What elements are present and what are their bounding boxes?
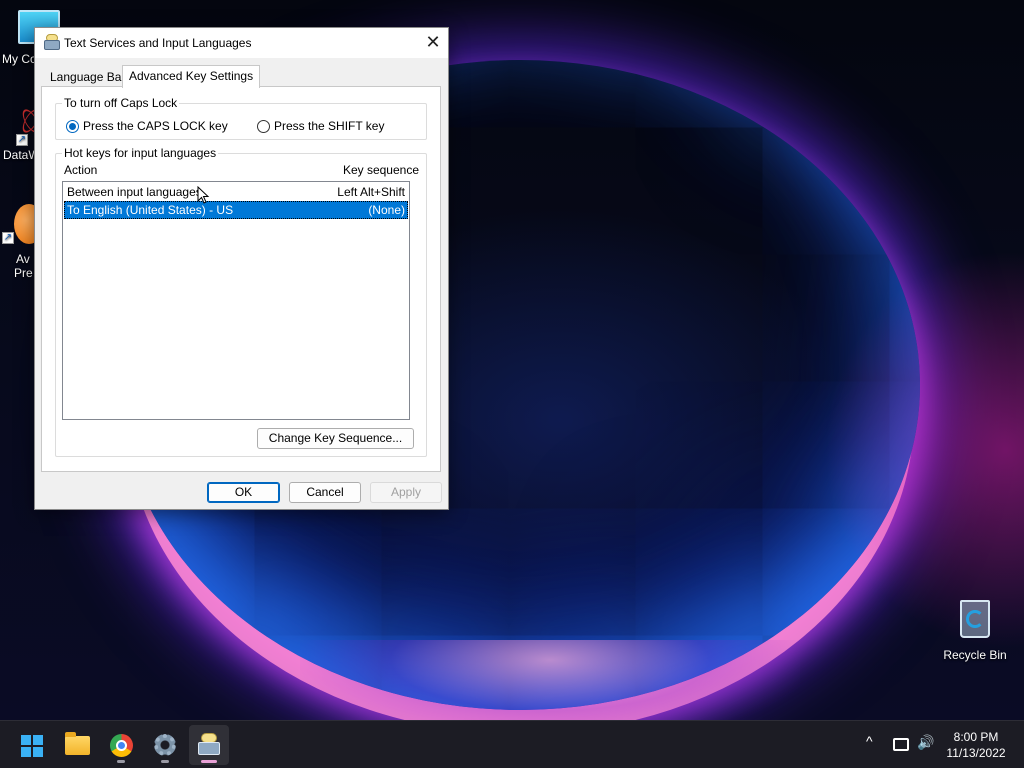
hot-keys-group: Hot keys for input languages Action Key … (55, 146, 427, 457)
start-button[interactable] (12, 725, 52, 765)
tab-language-bar[interactable]: Language Bar (43, 67, 133, 87)
radio-dot-icon (66, 119, 79, 133)
close-icon: ✕ (425, 32, 441, 52)
taskbar-text-services[interactable] (189, 725, 229, 765)
desktop-icon-label-line2: Pre (14, 266, 33, 280)
list-item-key-sequence: Left Alt+Shift (337, 185, 405, 199)
taskbar-clock[interactable]: 8:00 PM 11/13/2022 (940, 729, 1012, 761)
keyboard-icon (198, 742, 220, 755)
running-indicator (117, 760, 125, 763)
taskbar-settings[interactable] (145, 725, 185, 765)
desktop-icon-label-line1: Av (16, 252, 30, 266)
ok-button[interactable]: OK (207, 482, 280, 503)
tab-strip: Language Bar Advanced Key Settings (41, 65, 441, 88)
shortcut-arrow-icon: ↗ (2, 232, 14, 244)
taskbar-chrome[interactable] (101, 725, 141, 765)
chevron-up-icon[interactable]: ^ (866, 733, 873, 749)
dialog-title: Text Services and Input Languages (64, 36, 252, 50)
radio-shift[interactable]: Press the SHIFT key (257, 119, 384, 133)
list-item-key-sequence: (None) (368, 203, 405, 217)
chrome-icon (110, 734, 133, 757)
radio-shift-label: Press the SHIFT key (274, 119, 385, 133)
caps-lock-group: To turn off Caps Lock Press the CAPS LOC… (55, 96, 427, 140)
caps-lock-group-legend: To turn off Caps Lock (62, 96, 180, 110)
change-key-sequence-button[interactable]: Change Key Sequence... (257, 428, 414, 449)
clock-date: 11/13/2022 (946, 746, 1006, 760)
dialog-titlebar[interactable]: Text Services and Input Languages ✕ (35, 28, 448, 58)
windows-logo-icon (21, 735, 43, 757)
recycle-bin-icon (958, 596, 992, 638)
shortcut-arrow-icon: ↗ (16, 134, 28, 146)
wallpaper-glow (824, 250, 1024, 650)
list-item[interactable]: Between input languages Left Alt+Shift (64, 183, 408, 201)
radio-caps-lock-label: Press the CAPS LOCK key (83, 119, 228, 133)
hotkey-list[interactable]: Between input languages Left Alt+Shift T… (62, 181, 410, 420)
text-input-icon (44, 34, 60, 50)
taskbar: ^ 🔊 8:00 PM 11/13/2022 (0, 720, 1024, 768)
radio-dot-icon (257, 119, 270, 133)
wallpaper-glow-bottom (300, 640, 800, 720)
text-services-dialog: Text Services and Input Languages ✕ Lang… (34, 27, 449, 510)
cancel-button[interactable]: Cancel (289, 482, 361, 503)
gear-icon (154, 734, 176, 756)
volume-icon[interactable]: 🔊 (917, 734, 934, 751)
hot-keys-group-legend: Hot keys for input languages (62, 146, 219, 160)
running-indicator (161, 760, 169, 763)
network-icon[interactable] (893, 738, 909, 751)
clock-time: 8:00 PM (953, 730, 999, 744)
radio-caps-lock[interactable]: Press the CAPS LOCK key (66, 119, 228, 133)
desktop-icon-recycle-bin[interactable]: Recycle Bin (940, 596, 1010, 662)
list-item-action: Between input languages (67, 185, 202, 199)
tab-advanced-key-settings[interactable]: Advanced Key Settings (122, 65, 261, 88)
list-item-selected[interactable]: To English (United States) - US (None) (64, 201, 408, 219)
column-header-action: Action (64, 163, 98, 177)
column-header-key-sequence: Key sequence (342, 163, 419, 177)
desktop-icon-label: Recycle Bin (943, 648, 1007, 662)
tab-panel: To turn off Caps Lock Press the CAPS LOC… (41, 86, 441, 472)
apply-button[interactable]: Apply (370, 482, 442, 503)
close-button[interactable]: ✕ (418, 28, 448, 56)
taskbar-file-explorer[interactable] (57, 725, 97, 765)
folder-icon (65, 732, 90, 755)
running-indicator (201, 760, 217, 763)
